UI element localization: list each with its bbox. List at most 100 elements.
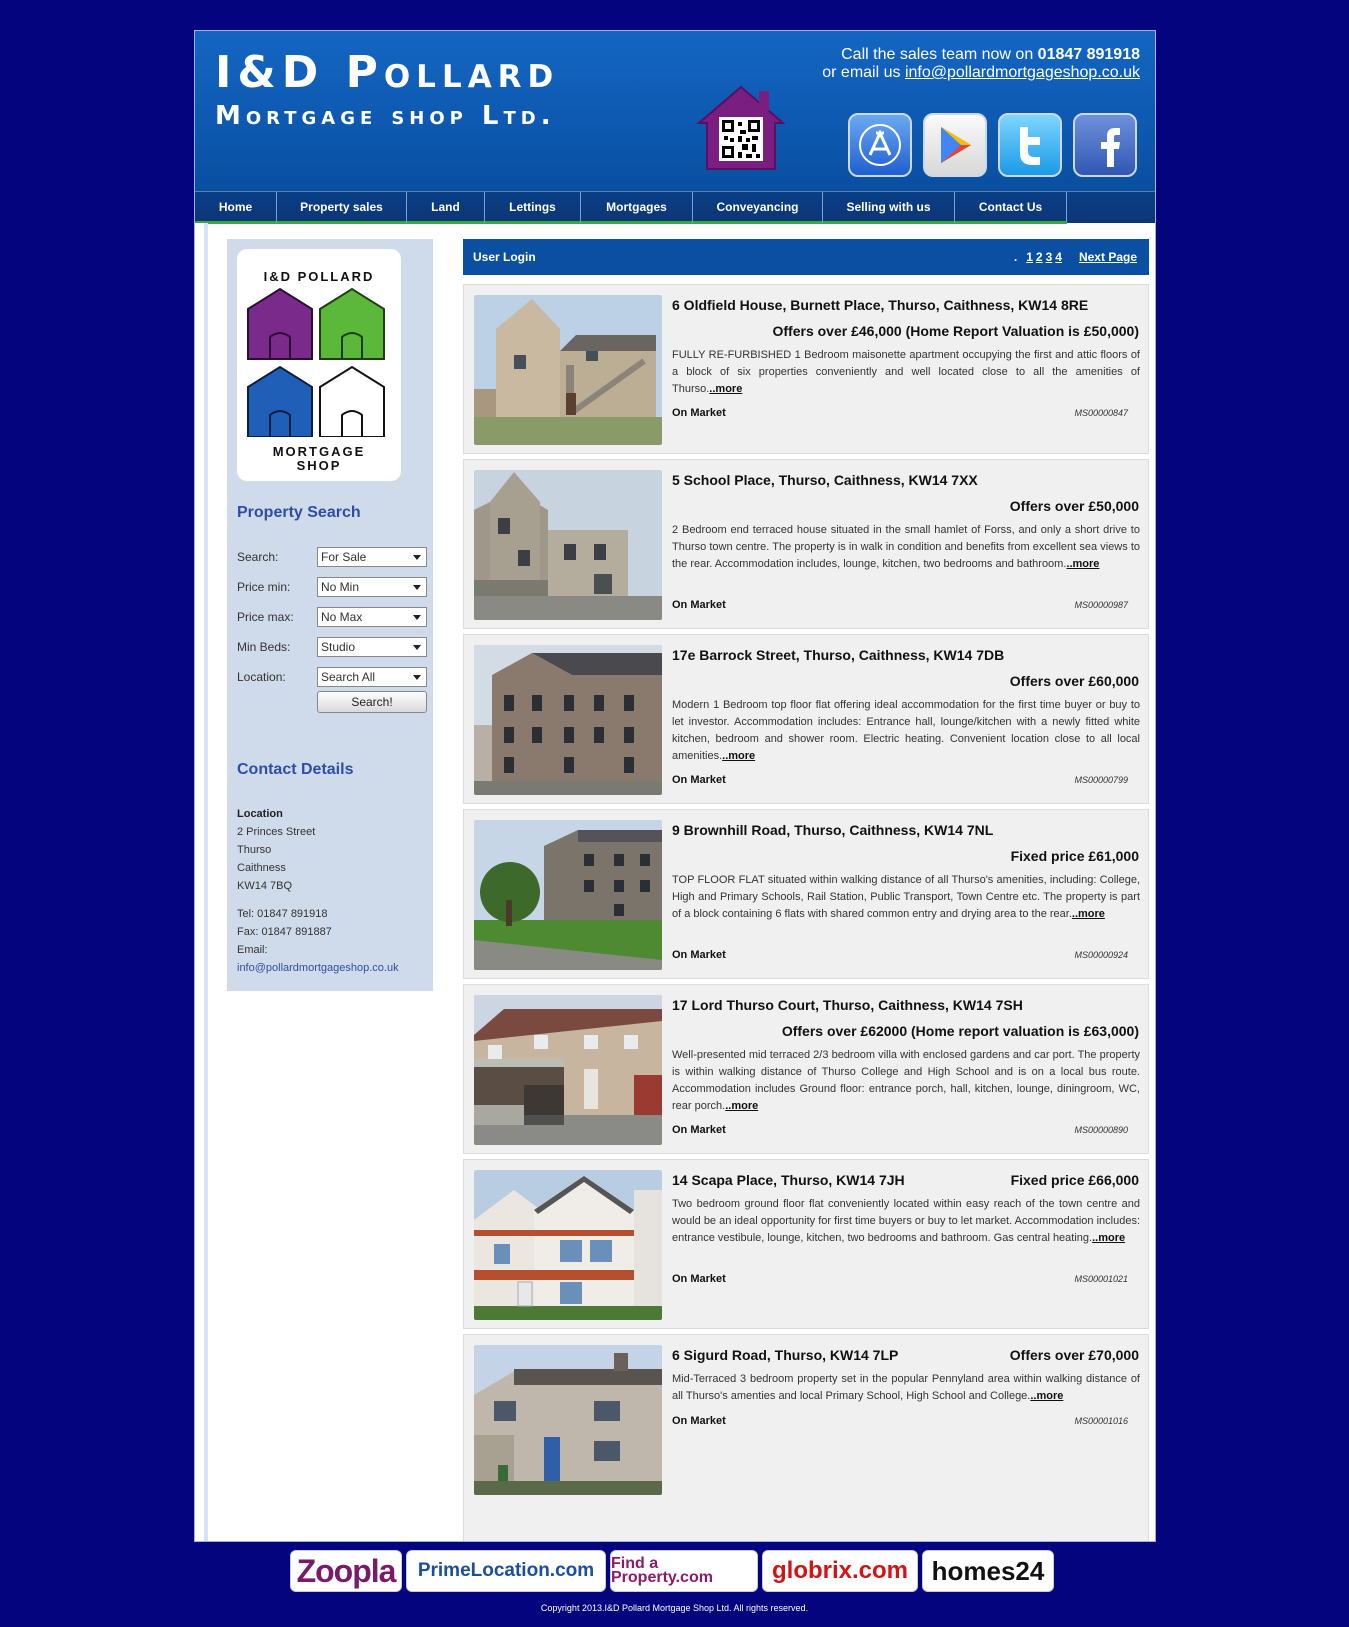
more-link[interactable]: ..more bbox=[1030, 1390, 1063, 1402]
price-max-value: No Max bbox=[321, 610, 363, 624]
listing-status: On Market bbox=[672, 1273, 726, 1285]
listing-status: On Market bbox=[672, 774, 726, 786]
call-text: Call the sales team now on bbox=[841, 46, 1038, 63]
homes24-logo[interactable]: homes24 bbox=[922, 1550, 1054, 1592]
listing-description: FULLY RE-FURBISHED 1 Bedroom maisonette … bbox=[672, 347, 1140, 398]
property-photo[interactable] bbox=[474, 995, 662, 1145]
page-link-3[interactable]: 3 bbox=[1046, 250, 1053, 264]
min-beds-select[interactable]: Studio bbox=[317, 637, 427, 657]
sidebar: I&D POLLARD MORTGAGE SHOP Property Search… bbox=[227, 239, 433, 991]
listing-address[interactable]: 14 Scapa Place, Thurso, KW14 7JH bbox=[672, 1172, 905, 1188]
chevron-down-icon bbox=[413, 645, 421, 650]
copyright: Copyright 2013.I&D Pollard Mortgage Shop… bbox=[540, 1603, 809, 1613]
listing-address[interactable]: 6 Oldfield House, Burnett Place, Thurso,… bbox=[672, 297, 1088, 313]
property-photo[interactable] bbox=[474, 645, 662, 795]
nav-mortgages[interactable]: Mortgages bbox=[581, 192, 693, 224]
listing-price: Offers over £70,000 bbox=[1009, 1347, 1139, 1363]
property-photo[interactable] bbox=[474, 820, 662, 970]
min-beds-row: Min Beds: Studio bbox=[237, 637, 427, 657]
property-listing: 9 Brownhill Road, Thurso, Caithness, KW1… bbox=[463, 809, 1149, 979]
listing-address[interactable]: 9 Brownhill Road, Thurso, Caithness, KW1… bbox=[672, 822, 993, 838]
price-min-select[interactable]: No Min bbox=[317, 577, 427, 597]
listing-ref: MS00000847 bbox=[1074, 408, 1128, 418]
search-button[interactable]: Search! bbox=[317, 691, 427, 713]
price-max-label: Price max: bbox=[237, 610, 294, 624]
more-link[interactable]: ..more bbox=[709, 383, 742, 395]
facebook-icon[interactable] bbox=[1073, 113, 1137, 177]
listing-ref: MS00000987 bbox=[1074, 600, 1128, 610]
qr-code-house-icon[interactable] bbox=[695, 83, 787, 173]
address-line: KW14 7BQ bbox=[237, 880, 293, 892]
chevron-down-icon bbox=[413, 675, 421, 680]
page-link-2[interactable]: 2 bbox=[1036, 250, 1043, 264]
price-min-value: No Min bbox=[321, 580, 360, 594]
twitter-icon[interactable] bbox=[998, 113, 1062, 177]
property-photo[interactable] bbox=[474, 1345, 662, 1495]
header-email-link[interactable]: info@pollardmortgageshop.co.uk bbox=[905, 64, 1140, 81]
page-container: I&D Pollard Mortgage shop Ltd. Call the … bbox=[194, 30, 1156, 1542]
nav-conveyancing[interactable]: Conveyancing bbox=[693, 192, 823, 224]
more-link[interactable]: ..more bbox=[1066, 558, 1099, 570]
search-type-select[interactable]: For Sale bbox=[317, 547, 427, 567]
more-link[interactable]: ..more bbox=[725, 1100, 758, 1112]
more-link[interactable]: ..more bbox=[1092, 1232, 1125, 1244]
listing-description: Mid-Terraced 3 bedroom property set in t… bbox=[672, 1371, 1140, 1405]
location-value: Search All bbox=[321, 670, 376, 684]
phone-number[interactable]: 01847 891918 bbox=[1038, 46, 1140, 63]
nav-home[interactable]: Home bbox=[195, 192, 277, 224]
location-row: Location: Search All bbox=[237, 667, 427, 687]
primelocation-logo[interactable]: PrimeLocation.com bbox=[406, 1550, 606, 1592]
contact-details: Location 2 Princes Street Thurso Caithne… bbox=[237, 805, 399, 977]
listing-ref: MS00000924 bbox=[1074, 950, 1128, 960]
listing-status: On Market bbox=[672, 1415, 726, 1427]
fax: Fax: 01847 891887 bbox=[237, 926, 332, 938]
page-link-4[interactable]: 4 bbox=[1055, 250, 1062, 264]
findaproperty-logo[interactable]: Find a Property.com bbox=[610, 1550, 758, 1592]
search-type-label: Search: bbox=[237, 550, 279, 564]
search-type-row: Search: For Sale bbox=[237, 547, 427, 567]
listing-address[interactable]: 17e Barrock Street, Thurso, Caithness, K… bbox=[672, 647, 1004, 663]
more-link[interactable]: ..more bbox=[722, 750, 755, 762]
description-text: Two bedroom ground floor flat convenient… bbox=[672, 1198, 1140, 1244]
nav-property-sales[interactable]: Property sales bbox=[277, 192, 407, 224]
email-label: Email: bbox=[237, 944, 268, 956]
google-play-icon[interactable] bbox=[923, 113, 987, 177]
page-link-1[interactable]: 1 bbox=[1026, 250, 1033, 264]
next-page-link[interactable]: Next Page bbox=[1079, 250, 1137, 264]
property-listing: 5 School Place, Thurso, Caithness, KW14 … bbox=[463, 459, 1149, 629]
chevron-down-icon bbox=[413, 615, 421, 620]
listing-description: 2 Bedroom end terraced house situated in… bbox=[672, 522, 1140, 573]
main-navigation: Home Property sales Land Lettings Mortga… bbox=[195, 191, 1155, 224]
listing-address[interactable]: 17 Lord Thurso Court, Thurso, Caithness,… bbox=[672, 997, 1023, 1013]
zoopla-logo[interactable]: Zoopla bbox=[290, 1550, 402, 1592]
sidebar-email-link[interactable]: info@pollardmortgageshop.co.uk bbox=[237, 959, 399, 977]
logo-subtitle: MORTGAGE SHOP bbox=[237, 445, 401, 473]
nav-lettings[interactable]: Lettings bbox=[485, 192, 581, 224]
user-login-link[interactable]: User Login bbox=[473, 250, 536, 264]
price-min-label: Price min: bbox=[237, 580, 291, 594]
listing-status: On Market bbox=[672, 407, 726, 419]
brand-title[interactable]: I&D Pollard bbox=[215, 47, 559, 98]
more-link[interactable]: ..more bbox=[1072, 908, 1105, 920]
brand-subtitle[interactable]: Mortgage shop Ltd. bbox=[215, 101, 556, 131]
location-select[interactable]: Search All bbox=[317, 667, 427, 687]
listing-address[interactable]: 5 School Place, Thurso, Caithness, KW14 … bbox=[672, 472, 978, 488]
property-photo[interactable] bbox=[474, 295, 662, 445]
nav-land[interactable]: Land bbox=[407, 192, 485, 224]
left-stripe bbox=[195, 223, 208, 1541]
listing-address[interactable]: 6 Sigurd Road, Thurso, KW14 7LP bbox=[672, 1347, 898, 1363]
company-logo[interactable]: I&D POLLARD MORTGAGE SHOP bbox=[237, 249, 401, 481]
address-line: Thurso bbox=[237, 844, 272, 856]
contact-details-heading: Contact Details bbox=[237, 761, 354, 778]
listing-toolbar: User Login . 1 2 3 4 Next Page bbox=[463, 239, 1149, 275]
property-photo[interactable] bbox=[474, 1170, 662, 1320]
listing-price: Fixed price £61,000 bbox=[1010, 848, 1139, 864]
globrix-logo[interactable]: globrix.com bbox=[762, 1550, 918, 1592]
property-photo[interactable] bbox=[474, 470, 662, 620]
logo-sub-line1: MORTGAGE bbox=[272, 444, 366, 459]
nav-selling-with-us[interactable]: Selling with us bbox=[823, 192, 955, 224]
price-max-select[interactable]: No Max bbox=[317, 607, 427, 627]
app-store-icon[interactable] bbox=[848, 113, 912, 177]
nav-contact-us[interactable]: Contact Us bbox=[955, 192, 1067, 224]
property-listing: 14 Scapa Place, Thurso, KW14 7JH Fixed p… bbox=[463, 1159, 1149, 1329]
